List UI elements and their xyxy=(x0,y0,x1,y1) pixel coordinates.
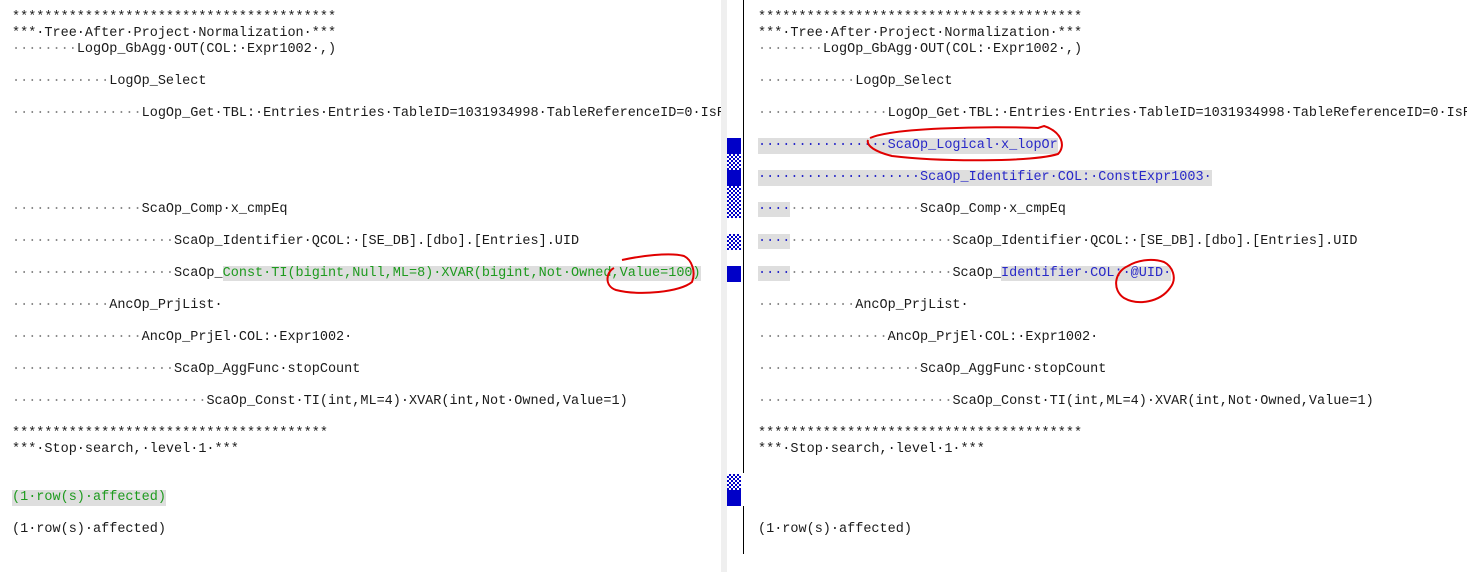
code-line: ················AncOp_PrjEl·COL:·Expr100… xyxy=(12,330,352,346)
added-indent-dots: ···· xyxy=(758,234,791,249)
code-text: AncOp_PrjEl·COL:·Expr1002· xyxy=(141,330,353,345)
header-line: ***·Tree·After·Project·Normalization·*** xyxy=(758,26,1083,41)
result-line: (1·row(s)·affected) xyxy=(758,522,912,537)
code-line-added: ····················ScaOp_Identifier·COL… xyxy=(758,170,1212,186)
code-text: AncOp_PrjList· xyxy=(109,298,223,313)
indent-dots: ················ xyxy=(758,138,888,153)
indent-dots: ············ xyxy=(758,74,856,89)
code-line: ····················ScaOp_AggFunc·stopCo… xyxy=(758,362,1106,378)
code-text: ScaOp_Identifier·QCOL:·[SE_DB].[dbo].[En… xyxy=(952,234,1358,249)
code-text: AncOp_PrjList· xyxy=(855,298,969,313)
code-line: ········LogOp_GbAgg·OUT(COL:·Expr1002·,) xyxy=(758,42,1082,58)
result-line: (1·row(s)·affected) xyxy=(12,522,166,537)
indent-dots: ················ xyxy=(758,330,888,345)
code-text: ScaOp_Comp·x_cmpEq xyxy=(141,202,288,217)
diff-marker-context[interactable] xyxy=(727,234,741,250)
code-text: LogOp_Select xyxy=(109,74,207,89)
indent-dots: ············ xyxy=(758,298,856,313)
code-text: ScaOp_ xyxy=(174,266,223,281)
code-text: LogOp_Select xyxy=(855,74,953,89)
code-text: LogOp_GbAgg·OUT(COL:·Expr1002·,) xyxy=(822,42,1083,57)
indent-dots: ················ xyxy=(12,330,142,345)
code-text: ScaOp_AggFunc·stopCount xyxy=(174,362,361,377)
indent-dots: ········ xyxy=(758,42,823,57)
code-line: ················ScaOp_Comp·x_cmpEq xyxy=(12,202,287,218)
left-diff-pane[interactable]: ****************************************… xyxy=(0,0,721,572)
indent-dots: ···················· xyxy=(12,362,175,377)
code-line: ············LogOp_Select xyxy=(758,74,952,90)
code-text: LogOp_GbAgg·OUT(COL:·Expr1002·,) xyxy=(76,42,337,57)
code-text: ScaOp_ xyxy=(952,266,1002,281)
changed-text: Identifier·COL:·@UID· xyxy=(1001,266,1172,281)
added-text: ScaOp_Logical·x_lopOr xyxy=(887,138,1058,153)
code-line-reindented: ························ScaOp_Identifier… xyxy=(758,234,1358,250)
code-line: ················AncOp_PrjEl·COL:·Expr100… xyxy=(758,330,1098,346)
indent-dots: ···················· xyxy=(790,266,953,281)
indent-dots: ···················· xyxy=(758,170,921,185)
indent-dots: ···················· xyxy=(790,234,953,249)
code-text: LogOp_Get·TBL:·Entries·Entries·TableID=1… xyxy=(141,106,721,121)
code-line-changed: ························ScaOp_Identifier… xyxy=(758,266,1172,282)
code-text: ScaOp_Const·TI(int,ML=4)·XVAR(int,Not·Ow… xyxy=(206,394,628,409)
code-text: ScaOp_Identifier·QCOL:·[SE_DB].[dbo].[En… xyxy=(174,234,580,249)
code-line-changed: ····················ScaOp_Const·TI(bigin… xyxy=(12,266,701,282)
added-text: ScaOp_Identifier·COL:·ConstExpr1003· xyxy=(920,170,1212,185)
diff-marker-context[interactable] xyxy=(727,474,741,490)
separator-line: **************************************** xyxy=(12,10,337,25)
code-line: ············LogOp_Select xyxy=(12,74,206,90)
right-diff-pane[interactable]: ****************************************… xyxy=(744,0,1467,572)
code-line-reindented: ····················ScaOp_Comp·x_cmpEq xyxy=(758,202,1066,218)
changed-result-line: (1·row(s)·affected) xyxy=(12,490,166,506)
added-indent-dots: ···· xyxy=(758,266,791,281)
separator-line: *************************************** xyxy=(12,426,328,441)
indent-dots: ················ xyxy=(12,202,142,217)
code-line: ············AncOp_PrjList· xyxy=(758,298,969,314)
indent-dots: ························ xyxy=(12,394,207,409)
code-text: ScaOp_AggFunc·stopCount xyxy=(920,362,1107,377)
footer-line: ***·Stop·search,·level·1·*** xyxy=(758,442,985,457)
code-text: ScaOp_Const·TI(int,ML=4)·XVAR(int,Not·Ow… xyxy=(952,394,1374,409)
code-line: ················LogOp_Get·TBL:·Entries·E… xyxy=(758,106,1467,122)
separator-line: **************************************** xyxy=(758,10,1083,25)
indent-dots: ········ xyxy=(12,42,77,57)
indent-dots: ···················· xyxy=(12,234,175,249)
footer-line: ***·Stop·search,·level·1·*** xyxy=(12,442,239,457)
code-text: LogOp_Get·TBL:·Entries·Entries·TableID=1… xyxy=(887,106,1467,121)
diff-marker-changed[interactable] xyxy=(727,266,741,282)
indent-dots: ················ xyxy=(12,106,142,121)
code-line-added: ················ScaOp_Logical·x_lopOr xyxy=(758,138,1058,154)
code-line: ························ScaOp_Const·TI(i… xyxy=(12,394,628,410)
code-text: AncOp_PrjEl·COL:·Expr1002· xyxy=(887,330,1099,345)
code-line: ················LogOp_Get·TBL:·Entries·E… xyxy=(12,106,721,122)
added-indent-dots: ···· xyxy=(758,202,791,217)
indent-dots: ························ xyxy=(758,394,953,409)
header-line: ***·Tree·After·Project·Normalization·*** xyxy=(12,26,337,41)
indent-dots: ···················· xyxy=(758,362,921,377)
code-text: ScaOp_Comp·x_cmpEq xyxy=(920,202,1066,217)
code-line: ····················ScaOp_Identifier·QCO… xyxy=(12,234,579,250)
indent-dots: ················ xyxy=(758,106,888,121)
code-line: ········LogOp_GbAgg·OUT(COL:·Expr1002·,) xyxy=(12,42,336,58)
diff-marker-context[interactable] xyxy=(727,186,741,218)
changed-text: Const·TI(bigint,Null,ML=8)·XVAR(bigint,N… xyxy=(222,266,701,281)
indent-dots: ············ xyxy=(12,74,110,89)
code-line: ············AncOp_PrjList· xyxy=(12,298,223,314)
diff-marker-removed[interactable] xyxy=(727,490,741,506)
diff-marker-context[interactable] xyxy=(727,154,741,170)
code-line: ························ScaOp_Const·TI(i… xyxy=(758,394,1374,410)
indent-dots: ················ xyxy=(790,202,921,217)
indent-dots: ···················· xyxy=(12,266,175,281)
diff-marker-added[interactable] xyxy=(727,138,741,154)
diff-marker-added[interactable] xyxy=(727,170,741,186)
indent-dots: ············ xyxy=(12,298,110,313)
code-line: ····················ScaOp_AggFunc·stopCo… xyxy=(12,362,360,378)
separator-line: **************************************** xyxy=(758,426,1083,441)
